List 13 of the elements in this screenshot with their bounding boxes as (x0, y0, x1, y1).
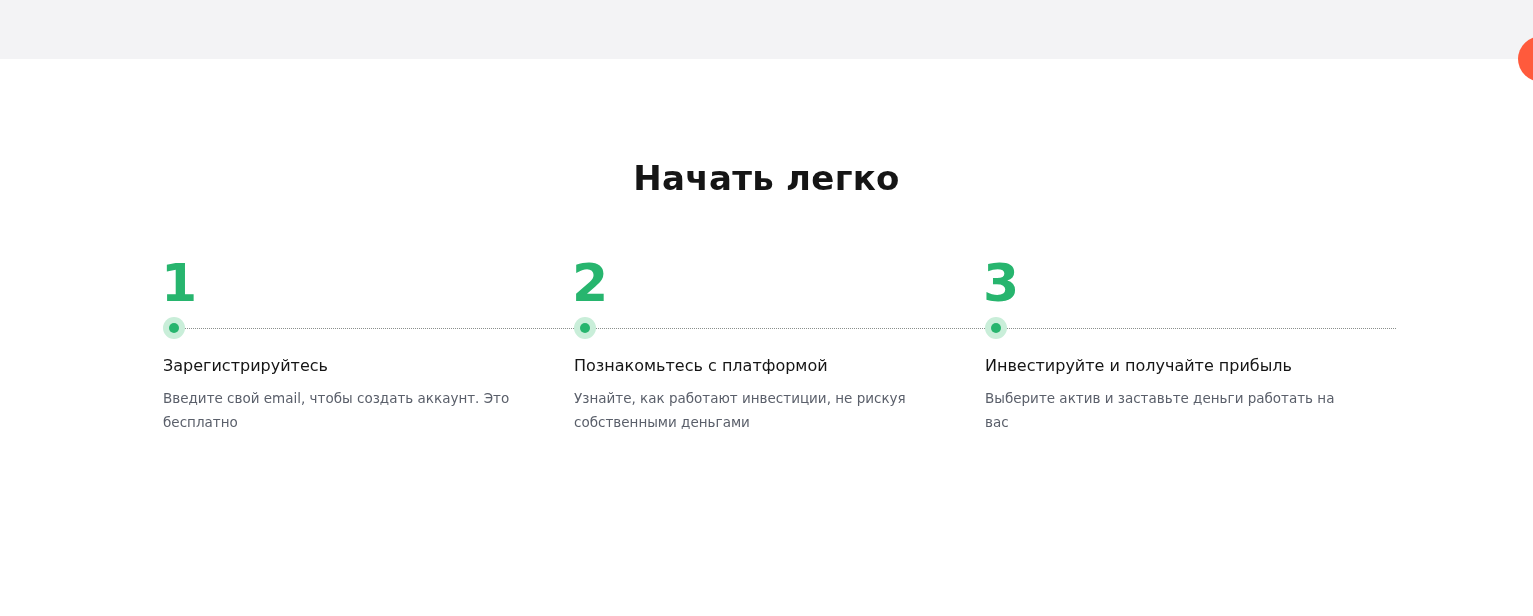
step-title: Познакомьтесь с платформой (574, 355, 829, 377)
step-number: 1 (161, 253, 199, 313)
step-description: Введите свой email, чтобы создать аккаунт. Это бесплатно (163, 389, 511, 432)
step-dot-icon (163, 317, 185, 339)
step-description: Выберите актив и заставьте деньги работать на вас (985, 389, 1336, 432)
step-number: 3 (983, 253, 1021, 313)
section-title: Начать легко (632, 157, 901, 200)
step-dot-icon (985, 317, 1007, 339)
step-title: Зарегистрируйтесь (163, 355, 329, 377)
step-dot-icon (574, 317, 596, 339)
step-number: 2 (572, 253, 610, 313)
step-title: Инвестируйте и получайте прибыль (985, 355, 1293, 377)
step-description: Узнайте, как работают инвестиции, не рискуя собственными деньгами (574, 389, 907, 432)
